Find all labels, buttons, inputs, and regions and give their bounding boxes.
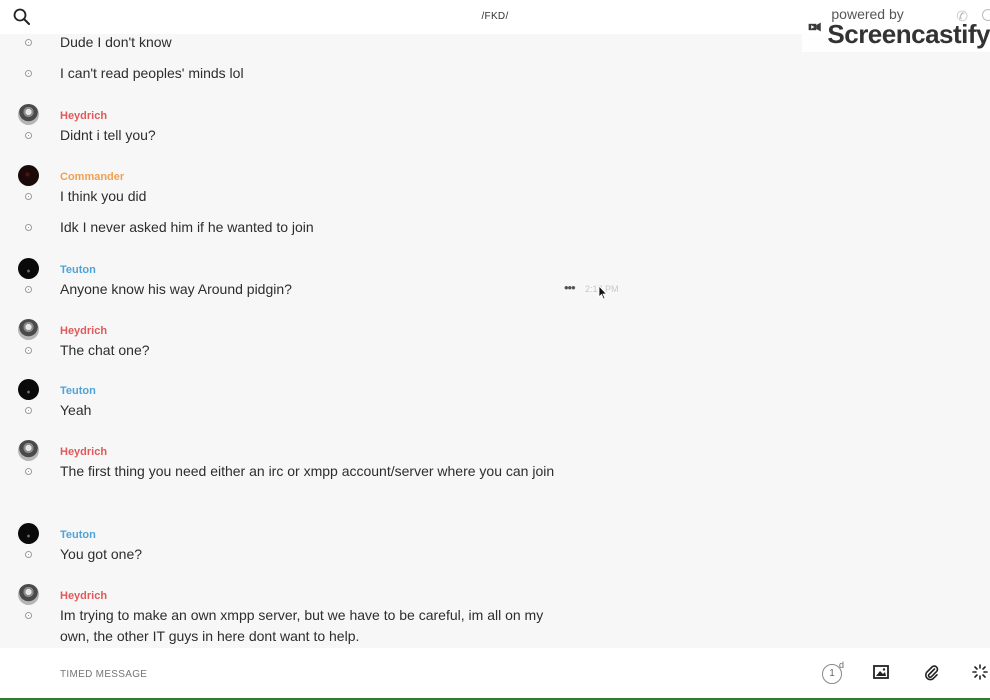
- info-icon[interactable]: [982, 9, 990, 21]
- message-text: Im trying to make an own xmpp server, bu…: [60, 607, 544, 644]
- phone-icon[interactable]: ✆: [956, 8, 968, 25]
- status-icon: [25, 347, 32, 354]
- status-icon: [25, 132, 32, 139]
- message-text: The first thing you need either an irc o…: [60, 463, 555, 479]
- screencastify-watermark: powered by Screencastify ✆: [802, 2, 990, 52]
- message-text: You got one?: [60, 546, 143, 562]
- avatar[interactable]: [18, 379, 39, 400]
- timer-unit: d: [839, 660, 845, 670]
- sender-name[interactable]: Teuton: [60, 385, 96, 397]
- message-text: Anyone know his way Around pidgin?: [60, 281, 292, 297]
- message-text: I can't read peoples' minds lol: [60, 65, 244, 81]
- message-text: Idk I never asked him if he wanted to jo…: [60, 219, 314, 235]
- screencastify-logo-icon: [808, 22, 821, 32]
- avatar[interactable]: [18, 104, 39, 125]
- avatar[interactable]: [18, 319, 39, 340]
- status-icon: [25, 39, 32, 46]
- status-icon: [25, 551, 32, 558]
- message-text: Yeah: [60, 402, 92, 418]
- avatar[interactable]: [18, 165, 39, 186]
- sender-name[interactable]: Heydrich: [60, 446, 107, 458]
- sender-name[interactable]: Heydrich: [60, 590, 107, 602]
- attachment-icon[interactable]: [922, 663, 942, 683]
- status-icon: [25, 612, 32, 619]
- status-icon: [25, 468, 32, 475]
- message-text: I think you did: [60, 188, 147, 204]
- image-icon[interactable]: [872, 663, 892, 683]
- avatar[interactable]: [18, 258, 39, 279]
- sender-name[interactable]: Heydrich: [60, 325, 107, 337]
- message-list[interactable]: Dude I don't know I can't read peoples' …: [0, 34, 990, 648]
- status-icon: [25, 193, 32, 200]
- status-icon: [25, 224, 32, 231]
- avatar[interactable]: [18, 523, 39, 544]
- sender-name[interactable]: Heydrich: [60, 110, 107, 122]
- sender-name[interactable]: Teuton: [60, 529, 96, 541]
- more-options-icon[interactable]: •••: [564, 280, 576, 295]
- avatar[interactable]: [18, 440, 39, 461]
- mouse-cursor-icon: [598, 284, 608, 300]
- avatar[interactable]: [18, 584, 39, 605]
- message-text: Didnt i tell you?: [60, 127, 156, 143]
- sender-name[interactable]: Teuton: [60, 264, 96, 276]
- composer-bar: 1 d: [0, 648, 990, 698]
- status-icon: [25, 407, 32, 414]
- timed-message-input[interactable]: [60, 664, 760, 684]
- sender-name[interactable]: Commander: [60, 171, 124, 183]
- status-icon: [25, 70, 32, 77]
- message-text: The chat one?: [60, 342, 150, 358]
- status-icon: [25, 286, 32, 293]
- message-text: Dude I don't know: [60, 34, 172, 50]
- spinner-icon[interactable]: [971, 663, 990, 683]
